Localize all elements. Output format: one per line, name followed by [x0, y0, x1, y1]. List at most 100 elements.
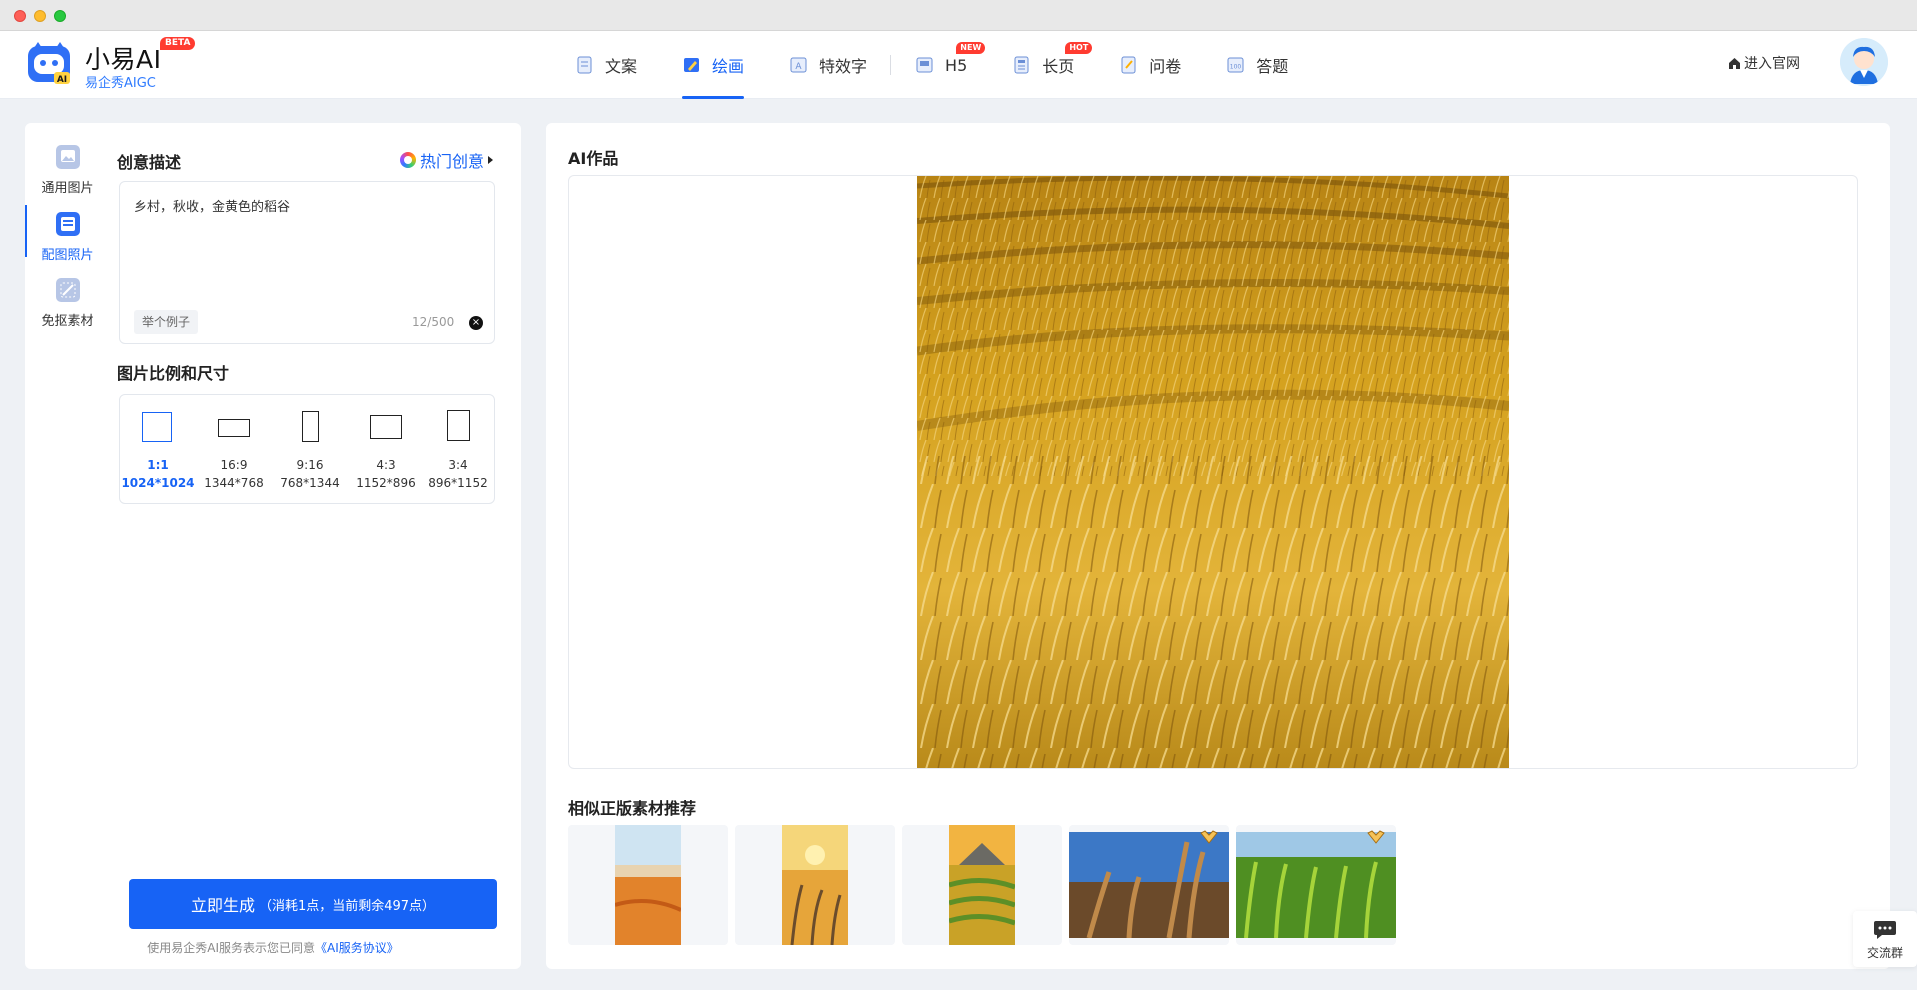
nav-item-survey[interactable]: 问卷: [1119, 31, 1181, 99]
maximize-window-button[interactable]: [54, 10, 66, 22]
long-page-icon: [1014, 56, 1029, 74]
right-panel: AI作品 相似正版素材推荐: [546, 123, 1890, 969]
ratio-size: 1024*1024: [121, 476, 195, 490]
color-wheel-icon: [400, 152, 416, 168]
official-site-link[interactable]: 进入官网: [1728, 53, 1800, 73]
generated-wheat-image[interactable]: [917, 176, 1509, 768]
ratio-label: 1:1: [147, 458, 169, 472]
community-group-label: 交流群: [1866, 946, 1903, 960]
ratio-option-3-4[interactable]: 3:4 896*1152: [420, 395, 496, 505]
clear-icon[interactable]: ×: [469, 316, 483, 330]
generate-cost-note: （消耗1点，当前剩余497点）: [258, 898, 436, 914]
nav-item-h5[interactable]: H5 NEW: [915, 31, 986, 99]
generate-button[interactable]: 立即生成 （消耗1点，当前剩余497点）: [129, 879, 497, 929]
ratio-label: 9:16: [296, 458, 324, 472]
new-badge: NEW: [956, 42, 986, 54]
artwork-frame: [568, 175, 1858, 769]
wheat-blue-sky-image: [1069, 832, 1229, 938]
recommend-thumb-4[interactable]: [1069, 825, 1229, 945]
prompt-textarea[interactable]: 乡村，秋收，金黄色的稻谷 举个例子 12/500 ×: [119, 181, 495, 344]
nav-item-copywriting[interactable]: 文案: [575, 31, 637, 99]
nav-item-painting[interactable]: 绘画: [682, 31, 745, 99]
ratio-shape: [142, 412, 172, 442]
tab-matching-photo[interactable]: 配图照片: [25, 190, 110, 263]
nav-label: 文案: [605, 57, 638, 76]
hot-ideas-label: 热门创意: [420, 152, 485, 171]
vip-crown-icon: [1367, 830, 1385, 844]
paint-icon: [684, 58, 700, 72]
autumn-field-image: [615, 825, 681, 945]
prompt-title: 创意描述: [117, 153, 182, 172]
nav-item-quiz[interactable]: 100 答题: [1226, 31, 1288, 99]
ratio-label: 3:4: [448, 458, 468, 472]
ratio-title: 图片比例和尺寸: [117, 364, 230, 383]
green-rice-field-image: [1236, 832, 1396, 938]
vip-crown-icon: [1200, 830, 1218, 844]
chat-bubble-icon: [1874, 921, 1896, 939]
terrace-field-image: [949, 825, 1015, 945]
agreement-prefix: 使用易企秀AI服务表示您已同意: [147, 941, 315, 955]
agreement-text: 使用易企秀AI服务表示您已同意《AI服务协议》: [25, 939, 521, 956]
top-header: AI 小易AI BETA 易企秀AIGC 文案 绘画 A 特效字 H5 NEW …: [0, 31, 1917, 99]
avatar-icon: [1840, 38, 1888, 86]
cutout-icon: [55, 278, 80, 302]
recommend-thumb-2[interactable]: [735, 825, 895, 945]
ratio-option-1-1[interactable]: 1:1 1024*1024: [120, 395, 196, 505]
ratio-label: 16:9: [220, 458, 248, 472]
recommend-thumb-3[interactable]: [902, 825, 1062, 945]
user-avatar[interactable]: [1840, 38, 1888, 86]
ratio-shape: [302, 411, 319, 442]
image-icon: [55, 145, 80, 169]
nav-label: 特效字: [819, 57, 868, 76]
ratio-option-9-16[interactable]: 9:16 768*1344: [272, 395, 348, 505]
photo-icon: [55, 212, 80, 236]
recommend-title: 相似正版素材推荐: [568, 799, 697, 818]
recommend-thumb-5[interactable]: [1236, 825, 1396, 945]
minimize-window-button[interactable]: [34, 10, 46, 22]
ratio-size: 1344*768: [204, 476, 264, 490]
app-subtitle: 易企秀AIGC: [85, 76, 156, 91]
example-button[interactable]: 举个例子: [134, 310, 199, 334]
beta-badge: BETA: [160, 37, 196, 50]
ratio-shape: [447, 410, 470, 441]
document-icon: [577, 56, 592, 74]
h5-icon: [916, 57, 933, 73]
ratio-shape: [370, 415, 402, 439]
nav-item-text-effect[interactable]: A 特效字: [789, 31, 867, 99]
community-group-button[interactable]: 交流群: [1853, 911, 1917, 967]
agreement-link[interactable]: 《AI服务协议》: [315, 941, 399, 955]
tab-cutout-material[interactable]: 免抠素材: [25, 256, 110, 329]
app-name: 小易AI: [85, 45, 162, 74]
nav-label: 长页: [1042, 57, 1075, 76]
ratio-size: 768*1344: [280, 476, 340, 490]
char-count: 12/500: [412, 315, 455, 329]
left-panel: 通用图片 配图照片 免抠素材 创意描述 热门创意 乡村，秋收，金黄色的稻谷 举个…: [25, 123, 521, 969]
generate-label: 立即生成: [190, 896, 255, 915]
text-effect-icon: A: [790, 57, 807, 73]
prompt-value[interactable]: 乡村，秋收，金黄色的稻谷: [134, 196, 290, 215]
hot-ideas-link[interactable]: 热门创意: [400, 148, 494, 172]
caret-right-icon: [488, 156, 494, 164]
ratio-label: 4:3: [376, 458, 396, 472]
ratio-size: 896*1152: [428, 476, 488, 490]
ratio-size: 1152*896: [356, 476, 416, 490]
nav-label: 问卷: [1149, 57, 1182, 76]
svg-text:100: 100: [1230, 64, 1242, 71]
recommend-thumb-1[interactable]: [568, 825, 728, 945]
official-site-label: 进入官网: [1744, 56, 1800, 72]
svg-text:A: A: [795, 62, 802, 72]
survey-icon: [1121, 56, 1136, 74]
ratio-option-4-3[interactable]: 4:3 1152*896: [348, 395, 424, 505]
main-nav: 文案 绘画 A 特效字 H5 NEW 长页 HOT 问卷 100 答题: [575, 31, 1333, 99]
nav-label: 答题: [1256, 57, 1289, 76]
nav-divider: [890, 55, 892, 75]
tab-general-image[interactable]: 通用图片: [25, 123, 110, 196]
result-title: AI作品: [568, 149, 619, 168]
close-window-button[interactable]: [14, 10, 26, 22]
ratio-selector: 1:1 1024*1024 16:9 1344*768 9:16 768*134…: [119, 394, 495, 504]
nav-item-long-page[interactable]: 长页 HOT: [1012, 31, 1093, 99]
nav-label: 绘画: [712, 57, 745, 76]
home-icon: [1729, 57, 1740, 69]
window-titlebar: [0, 0, 1917, 31]
ratio-option-16-9[interactable]: 16:9 1344*768: [196, 395, 272, 505]
